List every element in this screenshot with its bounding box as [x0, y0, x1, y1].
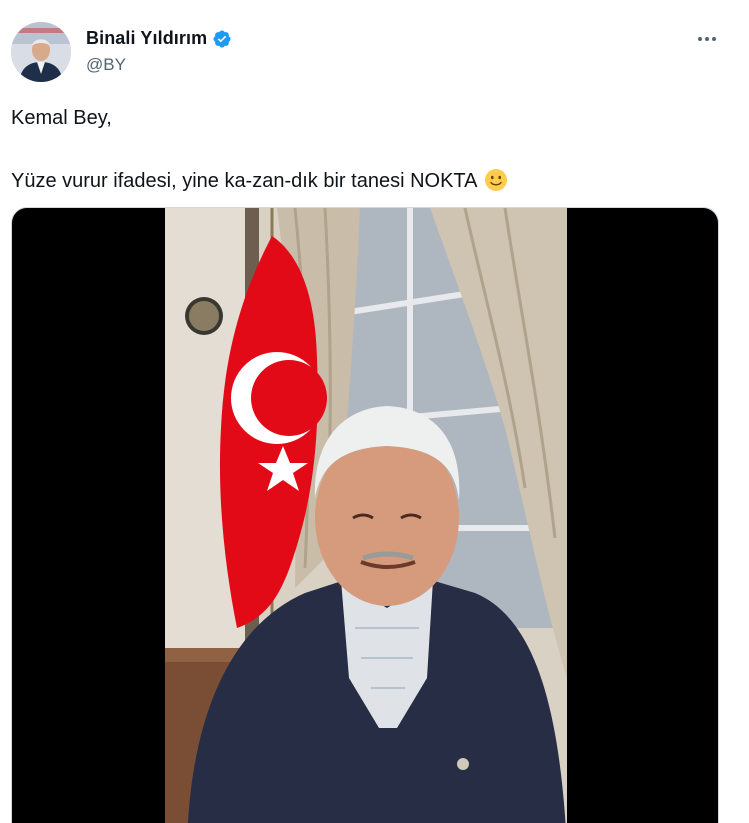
profile-photo-icon: [11, 22, 71, 82]
tweet-line-1: Kemal Bey,: [11, 107, 112, 129]
dot: [698, 37, 702, 41]
dot: [705, 37, 709, 41]
video-still-image: [165, 208, 567, 823]
author-handle[interactable]: @BY: [86, 55, 126, 75]
verified-badge-icon[interactable]: [212, 29, 232, 49]
more-options-icon[interactable]: [692, 26, 722, 52]
video-player[interactable]: [11, 207, 719, 823]
author-display-name[interactable]: Binali Yıldırım: [86, 28, 207, 49]
tweet-line-2-wrap: Yüze vurur ifadesi, yine ka-zan-dık bir …: [11, 168, 508, 193]
tweet-line-2: Yüze vurur ifadesi, yine ka-zan-dık bir …: [11, 170, 477, 192]
slightly-smiling-face-icon: [484, 169, 507, 191]
author-name-row: Binali Yıldırım: [86, 28, 232, 49]
video-thumbnail[interactable]: [165, 208, 567, 823]
author-avatar[interactable]: [11, 22, 71, 82]
dot: [712, 37, 716, 41]
tweet-text: Kemal Bey, Yüze vurur ifadesi, yine ka-z…: [11, 106, 508, 193]
tweet: Binali Yıldırım @BY Kemal Bey, Yüze vuru…: [0, 0, 749, 823]
